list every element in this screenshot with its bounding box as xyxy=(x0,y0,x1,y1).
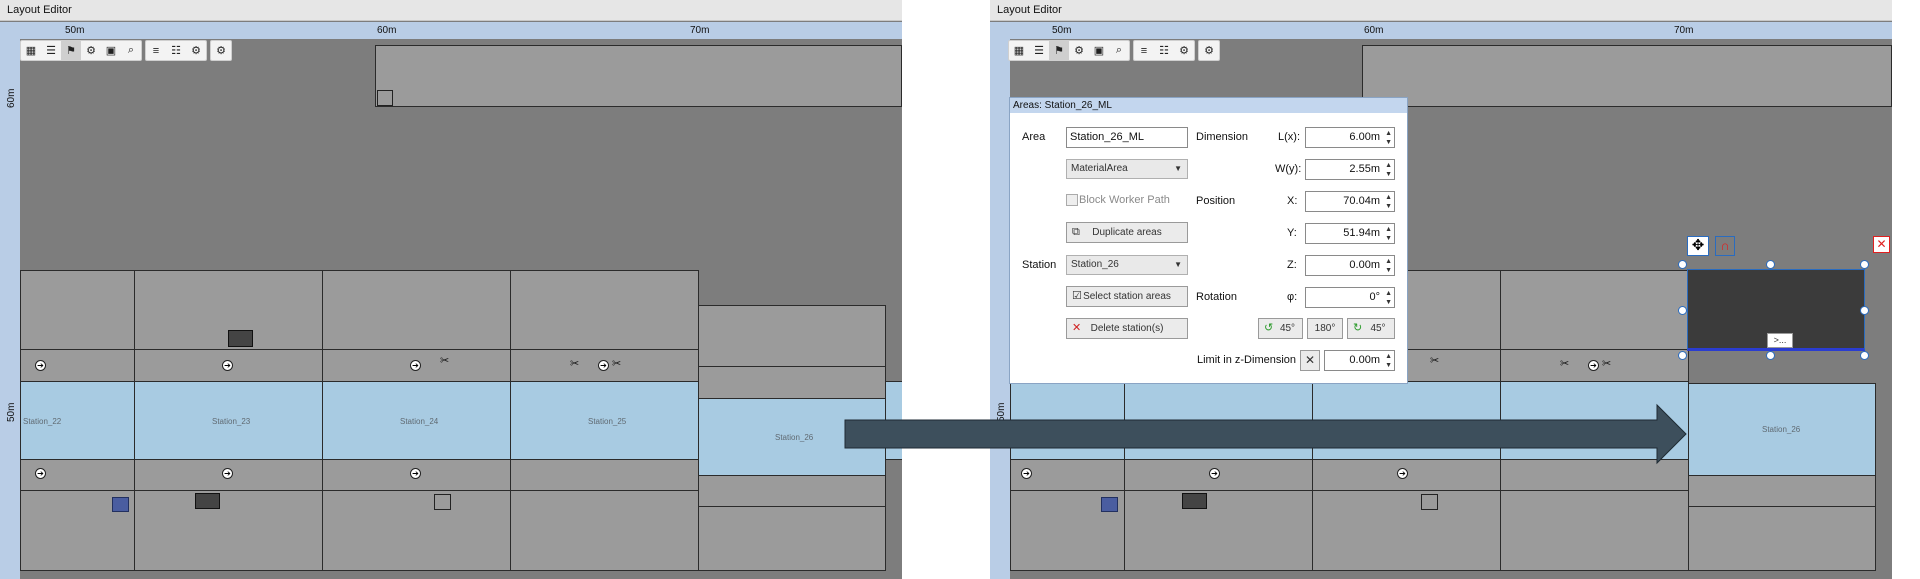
spinner-icon[interactable]: ▲ ▼ xyxy=(1385,129,1392,147)
wy-label: W(y): xyxy=(1275,163,1302,175)
spinner-icon[interactable]: ▲ ▼ xyxy=(1385,257,1392,275)
position-z-input[interactable]: 0.00m ▲ ▼ xyxy=(1305,255,1395,276)
station-value: Station_26 xyxy=(1071,259,1119,270)
chevron-down-icon: ▼ xyxy=(1174,260,1182,269)
position-x-input[interactable]: 70.04m ▲ ▼ xyxy=(1305,191,1395,212)
delete-icon: ✕ xyxy=(1072,322,1082,334)
limit-z-label: Limit in z-Dimension xyxy=(1197,354,1297,366)
area-type-select[interactable]: MaterialArea ▼ xyxy=(1066,159,1188,179)
length-x-input[interactable]: 6.00m ▲ ▼ xyxy=(1305,127,1395,148)
spinner-icon[interactable]: ▲ ▼ xyxy=(1385,225,1392,243)
areas-dialog[interactable]: Areas: Station_26_ML Area Station_26_ML … xyxy=(1009,97,1408,384)
area-type-value: MaterialArea xyxy=(1071,163,1128,174)
dialog-title: Areas: Station_26_ML xyxy=(1010,98,1407,113)
rotation-value: 0° xyxy=(1369,291,1380,303)
rotation-label: Rotation xyxy=(1196,291,1237,303)
position-z-value: 0.00m xyxy=(1349,259,1380,271)
copy-icon: ⧉ xyxy=(1072,226,1080,238)
rotate-cw-45-button[interactable]: ↻ 45° xyxy=(1347,318,1395,339)
width-y-value: 2.55m xyxy=(1349,163,1380,175)
transition-arrow-icon xyxy=(844,403,1687,465)
rotate-180-button[interactable]: 180° xyxy=(1307,318,1343,339)
limit-z-value: 0.00m xyxy=(1349,354,1380,366)
area-label: Area xyxy=(1022,131,1046,143)
spinner-icon[interactable]: ▲ ▼ xyxy=(1385,161,1392,179)
chevron-down-icon: ▼ xyxy=(1174,164,1182,173)
rotate-ccw-icon: ↺ xyxy=(1264,322,1274,334)
station-select[interactable]: Station_26 ▼ xyxy=(1066,255,1188,275)
block-worker-path-label: Block Worker Path xyxy=(1079,194,1170,206)
y-label: Y: xyxy=(1287,227,1297,239)
select-icon: ☑ xyxy=(1072,290,1082,302)
x-label: X: xyxy=(1287,195,1298,207)
spinner-icon[interactable]: ▲ ▼ xyxy=(1385,289,1392,307)
lx-label: L(x): xyxy=(1278,131,1300,143)
duplicate-areas-label: Duplicate areas xyxy=(1092,227,1162,238)
spinner-icon[interactable]: ▲ ▼ xyxy=(1385,352,1392,370)
limit-z-clear-icon[interactable]: ✕ xyxy=(1300,350,1320,371)
select-station-areas-label: Select station areas xyxy=(1083,291,1171,302)
block-worker-path-checkbox[interactable] xyxy=(1066,194,1078,206)
select-station-areas-button[interactable]: ☑ Select station areas xyxy=(1066,286,1188,307)
duplicate-areas-button[interactable]: ⧉ Duplicate areas xyxy=(1066,222,1188,243)
position-y-input[interactable]: 51.94m ▲ ▼ xyxy=(1305,223,1395,244)
position-y-value: 51.94m xyxy=(1343,227,1380,239)
z-label: Z: xyxy=(1287,259,1297,271)
rotate-ccw-45-button[interactable]: ↺ 45° xyxy=(1258,318,1303,339)
rotation-input[interactable]: 0° ▲ ▼ xyxy=(1305,287,1395,308)
limit-z-input[interactable]: 0.00m ▲ ▼ xyxy=(1324,350,1395,371)
area-name-input[interactable]: Station_26_ML xyxy=(1066,127,1188,148)
length-x-value: 6.00m xyxy=(1349,131,1380,143)
delete-stations-button[interactable]: ✕ Delete station(s) xyxy=(1066,318,1188,339)
delete-stations-label: Delete station(s) xyxy=(1090,323,1164,334)
position-label: Position xyxy=(1196,195,1236,207)
spinner-icon[interactable]: ▲ ▼ xyxy=(1385,193,1392,211)
width-y-input[interactable]: 2.55m ▲ ▼ xyxy=(1305,159,1395,180)
position-x-value: 70.04m xyxy=(1343,195,1380,207)
dimension-label: Dimension xyxy=(1196,131,1248,143)
rotate-cw-icon: ↻ xyxy=(1353,322,1363,334)
station-label: Station xyxy=(1022,259,1057,271)
phi-label: φ: xyxy=(1287,291,1298,303)
